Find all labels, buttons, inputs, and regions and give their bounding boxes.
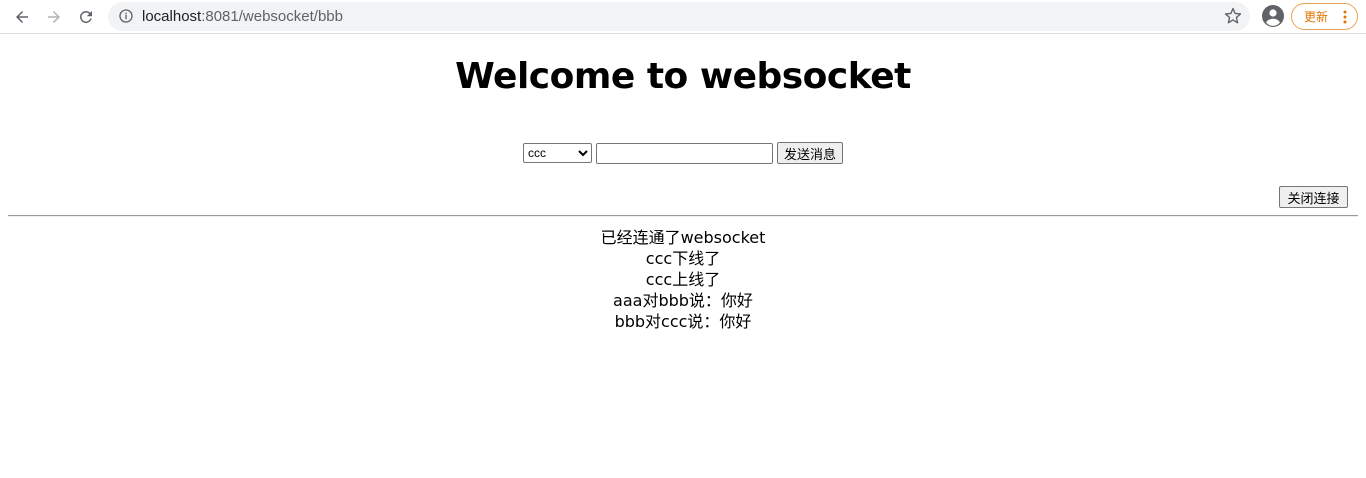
message-input[interactable]: [595, 142, 773, 164]
forward-arrow-icon[interactable]: [40, 3, 68, 31]
address-bar[interactable]: localhost:8081/websocket/bbb: [108, 2, 1250, 31]
message-log: 已经连通了websocket ccc下线了 ccc上线了 aaa对bbb说：你好…: [0, 227, 1366, 332]
url-host: localhost: [142, 8, 202, 25]
update-button[interactable]: 更新: [1291, 3, 1358, 30]
divider: [8, 215, 1358, 217]
send-message-button[interactable]: 发送消息: [776, 142, 843, 164]
profile-icon[interactable]: [1261, 4, 1285, 28]
back-arrow-icon[interactable]: [8, 3, 36, 31]
message-line: 已经连通了websocket: [600, 228, 766, 247]
message-line: bbb对ccc说：你好: [614, 312, 752, 331]
update-label: 更新: [1304, 10, 1329, 24]
info-icon[interactable]: [118, 8, 134, 24]
browser-toolbar: localhost:8081/websocket/bbb 更新: [0, 0, 1366, 34]
star-icon[interactable]: [1224, 7, 1242, 25]
message-line: ccc下线了: [645, 249, 721, 268]
message-controls: ccc 发送消息: [0, 142, 1366, 164]
message-line: ccc上线了: [645, 270, 721, 289]
recipient-select[interactable]: ccc: [522, 143, 592, 163]
url-text[interactable]: localhost:8081/websocket/bbb: [142, 8, 343, 25]
close-connection-button[interactable]: 关闭连接: [1279, 186, 1348, 208]
message-line: aaa对bbb说：你好: [613, 291, 753, 310]
reload-icon[interactable]: [72, 3, 100, 31]
url-path: :8081/websocket/bbb: [201, 8, 343, 25]
page-title: Welcome to websocket: [455, 56, 911, 97]
more-vert-icon: [1343, 10, 1347, 24]
